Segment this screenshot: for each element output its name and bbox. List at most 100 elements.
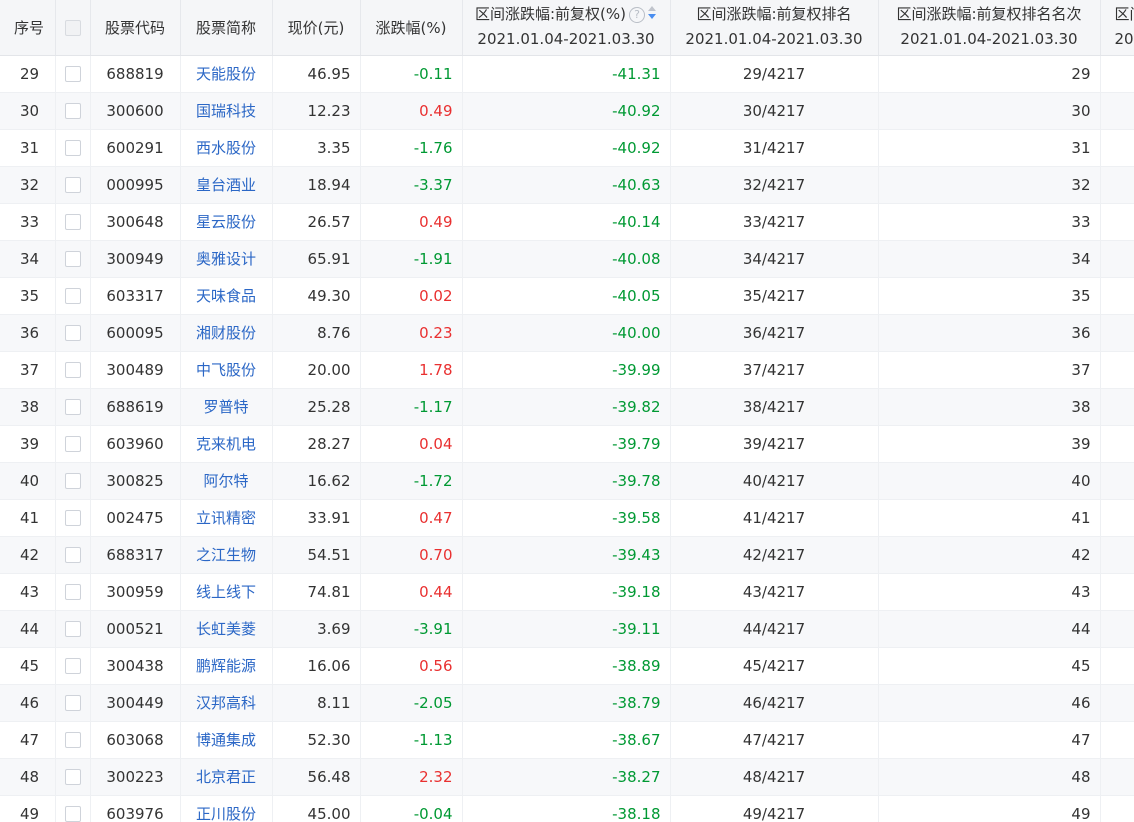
stock-name-link[interactable]: 奥雅设计 [196, 250, 256, 268]
stock-name-link[interactable]: 立讯精密 [196, 509, 256, 527]
row-select-cell[interactable] [55, 388, 91, 426]
table-row[interactable]: 37 300489 中飞股份 20.00 1.78 -39.99 37/4217 37 [0, 351, 1134, 389]
row-checkbox[interactable] [64, 695, 81, 711]
stock-name-link[interactable]: 长虹美菱 [196, 620, 256, 638]
table-row[interactable]: 45 300438 鹏辉能源 16.06 0.56 -38.89 45/4217 45 [0, 647, 1134, 685]
help-icon[interactable]: ? [629, 7, 645, 24]
row-checkbox[interactable] [64, 325, 81, 341]
table-row[interactable]: 32 000995 皇台酒业 18.94 -3.37 -40.63 32/4217 32 [0, 166, 1134, 204]
row-range-rank-no: 40 [878, 462, 1101, 500]
row-select-cell[interactable] [55, 610, 91, 648]
table-row[interactable]: 30 300600 国瑞科技 12.23 0.49 -40.92 30/4217 30 [0, 92, 1134, 130]
row-select-cell[interactable] [55, 351, 91, 389]
stock-name-link[interactable]: 之江生物 [196, 546, 256, 564]
header-change[interactable]: 涨跌幅(%) [360, 0, 463, 56]
stock-name-link[interactable]: 天能股份 [196, 65, 256, 83]
stock-name-link[interactable]: 鹏辉能源 [196, 657, 256, 675]
row-checkbox[interactable] [64, 658, 81, 674]
row-checkbox[interactable] [64, 436, 81, 452]
table-row[interactable]: 47 603068 博通集成 52.30 -1.13 -38.67 47/4217 47 [0, 721, 1134, 759]
row-checkbox[interactable] [64, 66, 81, 82]
row-change: -1.76 [360, 129, 463, 167]
row-select-cell[interactable] [55, 240, 91, 278]
row-select-cell[interactable] [55, 55, 91, 93]
table-row[interactable]: 29 688819 天能股份 46.95 -0.11 -41.31 29/4217 29 [0, 55, 1134, 93]
row-select-cell[interactable] [55, 795, 91, 822]
stock-name-link[interactable]: 汉邦高科 [196, 694, 256, 712]
row-range-rank: 30/4217 [670, 92, 879, 130]
stock-name-link[interactable]: 中飞股份 [196, 361, 256, 379]
table-row[interactable]: 40 300825 阿尔特 16.62 -1.72 -39.78 40/4217 40 [0, 462, 1134, 500]
select-all-checkbox[interactable] [64, 19, 81, 36]
table-row[interactable]: 35 603317 天味食品 49.30 0.02 -40.05 35/4217 35 [0, 277, 1134, 315]
header-range-change[interactable]: 区间涨跌幅:前复权(%)? 2021.01.04-2021.03.30 [462, 0, 671, 56]
header-range-rank[interactable]: 区间涨跌幅:前复权排名 2021.01.04-2021.03.30 [670, 0, 879, 56]
row-select-cell[interactable] [55, 721, 91, 759]
row-checkbox[interactable] [64, 362, 81, 378]
stock-name-link[interactable]: 天味食品 [196, 287, 256, 305]
header-seq[interactable]: 序号 [0, 0, 56, 56]
table-row[interactable]: 43 300959 线上线下 74.81 0.44 -39.18 43/4217 43 [0, 573, 1134, 611]
stock-name-link[interactable]: 皇台酒业 [196, 176, 256, 194]
row-checkbox[interactable] [64, 251, 81, 267]
table-row[interactable]: 31 600291 西水股份 3.35 -1.76 -40.92 31/4217 31 [0, 129, 1134, 167]
table-row[interactable]: 41 002475 立讯精密 33.91 0.47 -39.58 41/4217 41 [0, 499, 1134, 537]
header-range-rank-no[interactable]: 区间涨跌幅:前复权排名名次 2021.01.04-2021.03.30 [878, 0, 1101, 56]
row-select-cell[interactable] [55, 314, 91, 352]
stock-name-link[interactable]: 北京君正 [196, 768, 256, 786]
row-select-cell[interactable] [55, 684, 91, 722]
stock-name-link[interactable]: 国瑞科技 [196, 102, 256, 120]
table-row[interactable]: 33 300648 星云股份 26.57 0.49 -40.14 33/4217 33 [0, 203, 1134, 241]
stock-name-link[interactable]: 线上线下 [196, 583, 256, 601]
table-row[interactable]: 36 600095 湘财股份 8.76 0.23 -40.00 36/4217 36 [0, 314, 1134, 352]
row-select-cell[interactable] [55, 536, 91, 574]
row-checkbox[interactable] [64, 584, 81, 600]
row-select-cell[interactable] [55, 647, 91, 685]
row-select-cell[interactable] [55, 462, 91, 500]
stock-name-link[interactable]: 星云股份 [196, 213, 256, 231]
table-row[interactable]: 46 300449 汉邦高科 8.11 -2.05 -38.79 46/4217 46 [0, 684, 1134, 722]
header-price[interactable]: 现价(元) [272, 0, 361, 56]
row-checkbox[interactable] [64, 177, 81, 193]
row-checkbox[interactable] [64, 806, 81, 822]
table-row[interactable]: 34 300949 奥雅设计 65.91 -1.91 -40.08 34/4217 34 [0, 240, 1134, 278]
row-checkbox[interactable] [64, 621, 81, 637]
table-row[interactable]: 39 603960 克来机电 28.27 0.04 -39.79 39/4217 39 [0, 425, 1134, 463]
table-row[interactable]: 44 000521 长虹美菱 3.69 -3.91 -39.11 44/4217 44 [0, 610, 1134, 648]
row-select-cell[interactable] [55, 92, 91, 130]
stock-name-link[interactable]: 正川股份 [196, 805, 256, 822]
row-select-cell[interactable] [55, 758, 91, 796]
stock-name-link[interactable]: 西水股份 [196, 139, 256, 157]
row-checkbox[interactable] [64, 547, 81, 563]
row-select-cell[interactable] [55, 425, 91, 463]
table-row[interactable]: 38 688619 罗普特 25.28 -1.17 -39.82 38/4217 38 [0, 388, 1134, 426]
stock-name-link[interactable]: 罗普特 [203, 398, 248, 416]
row-checkbox[interactable] [64, 399, 81, 415]
row-select-cell[interactable] [55, 277, 91, 315]
stock-name-link[interactable]: 克来机电 [196, 435, 256, 453]
sort-icon[interactable] [647, 6, 657, 22]
table-row[interactable]: 42 688317 之江生物 54.51 0.70 -39.43 42/4217 42 [0, 536, 1134, 574]
stock-name-link[interactable]: 博通集成 [196, 731, 256, 749]
stock-name-link[interactable]: 阿尔特 [203, 472, 248, 490]
row-checkbox[interactable] [64, 140, 81, 156]
row-select-cell[interactable] [55, 129, 91, 167]
row-select-cell[interactable] [55, 166, 91, 204]
stock-name-link[interactable]: 湘财股份 [196, 324, 256, 342]
row-select-cell[interactable] [55, 499, 91, 537]
header-select-all[interactable] [55, 0, 91, 56]
row-checkbox[interactable] [64, 214, 81, 230]
row-select-cell[interactable] [55, 203, 91, 241]
header-code[interactable]: 股票代码 [90, 0, 181, 56]
row-select-cell[interactable] [55, 573, 91, 611]
row-checkbox[interactable] [64, 769, 81, 785]
table-row[interactable]: 49 603976 正川股份 45.00 -0.04 -38.18 49/4217 49 [0, 795, 1134, 822]
row-checkbox[interactable] [64, 510, 81, 526]
row-checkbox[interactable] [64, 732, 81, 748]
header-name[interactable]: 股票简称 [180, 0, 273, 56]
table-row[interactable]: 48 300223 北京君正 56.48 2.32 -38.27 48/4217 48 [0, 758, 1134, 796]
row-checkbox[interactable] [64, 473, 81, 489]
header-more[interactable]: 区间 2021.01.04-2021.03.30 [1100, 0, 1134, 56]
row-checkbox[interactable] [64, 103, 81, 119]
row-checkbox[interactable] [64, 288, 81, 304]
